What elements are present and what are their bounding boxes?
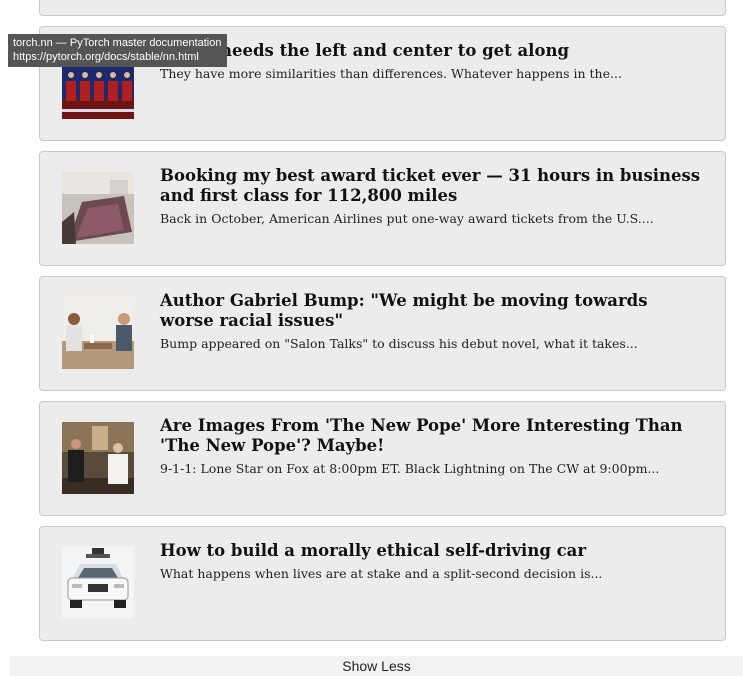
tooltip-title: torch.nn — PyTorch master documentation <box>13 37 222 49</box>
previous-article-card[interactable] <box>39 0 726 16</box>
article-card[interactable]: How to build a morally ethical self-driv… <box>39 526 726 641</box>
link-tooltip: torch.nn — PyTorch master documentation … <box>8 34 228 67</box>
article-title[interactable]: How to build a morally ethical self-driv… <box>160 541 705 561</box>
article-card[interactable]: Are Images From 'The New Pope' More Inte… <box>39 401 726 516</box>
news-feed-page: needs the left and center to get along T… <box>0 0 743 676</box>
self-driving-car-image[interactable] <box>62 546 134 618</box>
article-snippet: They have more similarities than differe… <box>160 66 622 81</box>
article-snippet: Back in October, American Airlines put o… <box>160 211 654 226</box>
article-title[interactable]: Author Gabriel Bump: "We might be moving… <box>160 291 705 331</box>
article-snippet: 9-1-1: Lone Star on Fox at 8:00pm ET. Bl… <box>160 461 660 476</box>
tooltip-url: https://pytorch.org/docs/stable/nn.html <box>13 51 199 63</box>
article-snippet: What happens when lives are at stake and… <box>160 566 603 581</box>
show-less-button[interactable]: Show Less <box>342 656 410 676</box>
feed-footer: Show Less <box>10 656 743 676</box>
article-card[interactable]: Booking my best award ticket ever — 31 h… <box>39 151 726 266</box>
interview-image[interactable] <box>62 297 134 369</box>
article-title[interactable]: needs the left and center to get along <box>160 41 705 61</box>
article-snippet: Bump appeared on "Salon Talks" to discus… <box>160 336 638 351</box>
article-title[interactable]: Are Images From 'The New Pope' More Inte… <box>160 416 705 456</box>
article-card[interactable]: Author Gabriel Bump: "We might be moving… <box>39 276 726 391</box>
article-title[interactable]: Booking my best award ticket ever — 31 h… <box>160 166 705 206</box>
new-pope-scene-image[interactable] <box>62 422 134 494</box>
airline-seat-image[interactable] <box>62 172 134 244</box>
